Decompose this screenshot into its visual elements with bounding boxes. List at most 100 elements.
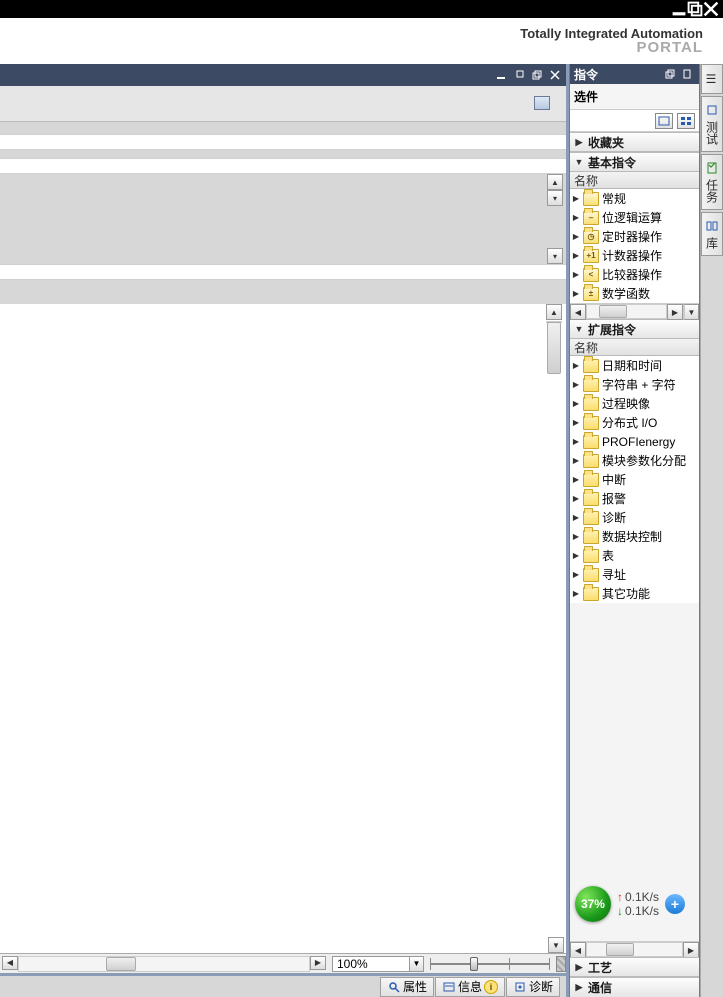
tab-properties[interactable]: 属性	[380, 977, 434, 997]
column-header-name: 名称	[570, 172, 699, 189]
tree-item[interactable]: ▶分布式 I/O	[570, 413, 699, 432]
folder-icon	[583, 435, 599, 449]
vscroll-down-button[interactable]: ▼	[548, 937, 564, 953]
vscroll-up-button[interactable]: ▲	[546, 304, 562, 320]
expand-arrow-icon: ▶	[572, 570, 580, 579]
tree-item[interactable]: ▶诊断	[570, 508, 699, 527]
view-list-button[interactable]	[655, 113, 673, 129]
tree-item-label: 其它功能	[602, 585, 650, 602]
tab-diagnostics[interactable]: 诊断	[506, 977, 560, 997]
folder-icon	[583, 287, 599, 301]
scroll-up-button[interactable]: ▲	[547, 174, 563, 190]
hscroll-thumb[interactable]	[606, 943, 634, 956]
editor-row[interactable]	[0, 264, 566, 280]
scroll-menu-button[interactable]: ▾	[547, 190, 563, 206]
editor-canvas[interactable]: ▲ ▼	[0, 304, 566, 953]
expand-arrow-icon: ▶	[572, 232, 580, 241]
resize-grip[interactable]	[556, 956, 566, 972]
tree-item[interactable]: ▶计数器操作	[570, 246, 699, 265]
editor-close-button[interactable]	[546, 67, 564, 83]
hscroll-thumb[interactable]	[599, 305, 627, 318]
tree-item[interactable]: ▶日期和时间	[570, 356, 699, 375]
tree-item[interactable]: ▶位逻辑运算	[570, 208, 699, 227]
section-extended-header[interactable]: ▼ 扩展指令	[570, 319, 699, 339]
vtab-testing[interactable]: 测试	[701, 96, 723, 152]
hscroll-left-button[interactable]: ◀	[2, 956, 18, 970]
pane-float-button[interactable]	[663, 67, 677, 81]
section-favorites-header[interactable]: ▶ 收藏夹	[570, 132, 699, 152]
folder-icon	[583, 230, 599, 244]
expand-arrow-icon: ▶	[572, 494, 580, 503]
tree-item[interactable]: ▶PROFIenergy	[570, 432, 699, 451]
expand-arrow-icon: ▶	[572, 194, 580, 203]
window-minimize-button[interactable]	[671, 2, 687, 16]
tree-item-label: PROFIenergy	[602, 435, 675, 449]
network-expand-button[interactable]: +	[665, 894, 685, 914]
expand-arrow-icon: ▶	[572, 513, 580, 522]
section-communication-header[interactable]: ▶ 通信	[570, 977, 699, 997]
diagnostics-icon	[513, 980, 527, 994]
hscroll-left-button[interactable]: ◀	[570, 304, 586, 320]
hscroll-right-button[interactable]: ▶	[683, 942, 699, 958]
tree-item[interactable]: ▶常规	[570, 189, 699, 208]
section-basic-header[interactable]: ▼ 基本指令	[570, 152, 699, 172]
basic-tree: ▶常规▶位逻辑运算▶定时器操作▶计数器操作▶比较器操作▶数学函数 ◀ ▶ ▼	[570, 189, 699, 319]
basic-tree-hscroll[interactable]: ◀ ▶ ▼	[570, 303, 699, 319]
tree-item[interactable]: ▶数据块控制	[570, 527, 699, 546]
window-restore-button[interactable]	[687, 2, 703, 16]
editor-restore-button[interactable]	[528, 67, 546, 83]
editor-row[interactable]	[0, 134, 566, 150]
tree-item[interactable]: ▶定时器操作	[570, 227, 699, 246]
editor-minimize-button[interactable]	[492, 67, 510, 83]
tree-item[interactable]: ▶中断	[570, 470, 699, 489]
pane-title-label: 指令	[574, 66, 659, 83]
section-basic-label: 基本指令	[588, 154, 636, 171]
zoom-percent-field[interactable]: 100%	[332, 956, 410, 972]
hscroll-track[interactable]	[18, 956, 310, 972]
tab-info[interactable]: 信息 i	[435, 977, 505, 997]
hscroll-left-button[interactable]: ◀	[570, 942, 586, 958]
outer-window-controls	[0, 0, 723, 18]
tree-item[interactable]: ▶过程映像	[570, 394, 699, 413]
vscroll-thumb[interactable]	[547, 322, 561, 374]
tree-item-label: 过程映像	[602, 395, 650, 412]
zoom-slider[interactable]	[430, 956, 550, 972]
zoom-slider-knob[interactable]	[470, 957, 478, 971]
editor-float-button[interactable]	[510, 67, 528, 83]
vtab-libraries-label: 库	[704, 237, 721, 249]
expand-arrow-icon: ▶	[572, 213, 580, 222]
vtab-tasks[interactable]: 任务	[701, 154, 723, 210]
editor-row[interactable]	[0, 158, 566, 174]
folder-icon	[583, 192, 599, 206]
zoom-dropdown-button[interactable]: ▼	[410, 956, 424, 972]
section-technology-header[interactable]: ▶ 工艺	[570, 957, 699, 977]
hscroll-right-button[interactable]: ▶	[310, 956, 326, 970]
vtab-instructions[interactable]: ☰	[701, 64, 723, 94]
tree-item[interactable]: ▶数学函数	[570, 284, 699, 303]
tree-item-label: 数据块控制	[602, 528, 662, 545]
hscroll-thumb[interactable]	[106, 957, 136, 971]
tree-item[interactable]: ▶字符串 + 字符	[570, 375, 699, 394]
network-percent-circle[interactable]: 37%	[575, 886, 611, 922]
folder-icon	[583, 473, 599, 487]
tree-item[interactable]: ▶其它功能	[570, 584, 699, 603]
view-details-button[interactable]	[677, 113, 695, 129]
vscroll-track[interactable]	[546, 321, 562, 323]
properties-icon	[387, 980, 401, 994]
window-close-button[interactable]	[703, 2, 719, 16]
vtab-libraries[interactable]: 库	[701, 212, 723, 256]
scroll-menu-button[interactable]: ▾	[547, 248, 563, 264]
tree-item[interactable]: ▶表	[570, 546, 699, 565]
pane-bottom-hscroll[interactable]: ◀ ▶	[570, 941, 699, 957]
tree-item[interactable]: ▶寻址	[570, 565, 699, 584]
expand-arrow-icon: ▶	[572, 456, 580, 465]
tree-item-label: 数学函数	[602, 285, 650, 302]
hscroll-right-button[interactable]: ▶	[667, 304, 683, 320]
toolbar-overflow-button[interactable]	[534, 96, 550, 110]
tree-item[interactable]: ▶报警	[570, 489, 699, 508]
tree-item[interactable]: ▶模块参数化分配	[570, 451, 699, 470]
pane-collapse-button[interactable]	[681, 67, 695, 81]
vscroll-down-button[interactable]: ▼	[683, 304, 699, 320]
info-icon	[442, 980, 456, 994]
tree-item[interactable]: ▶比较器操作	[570, 265, 699, 284]
